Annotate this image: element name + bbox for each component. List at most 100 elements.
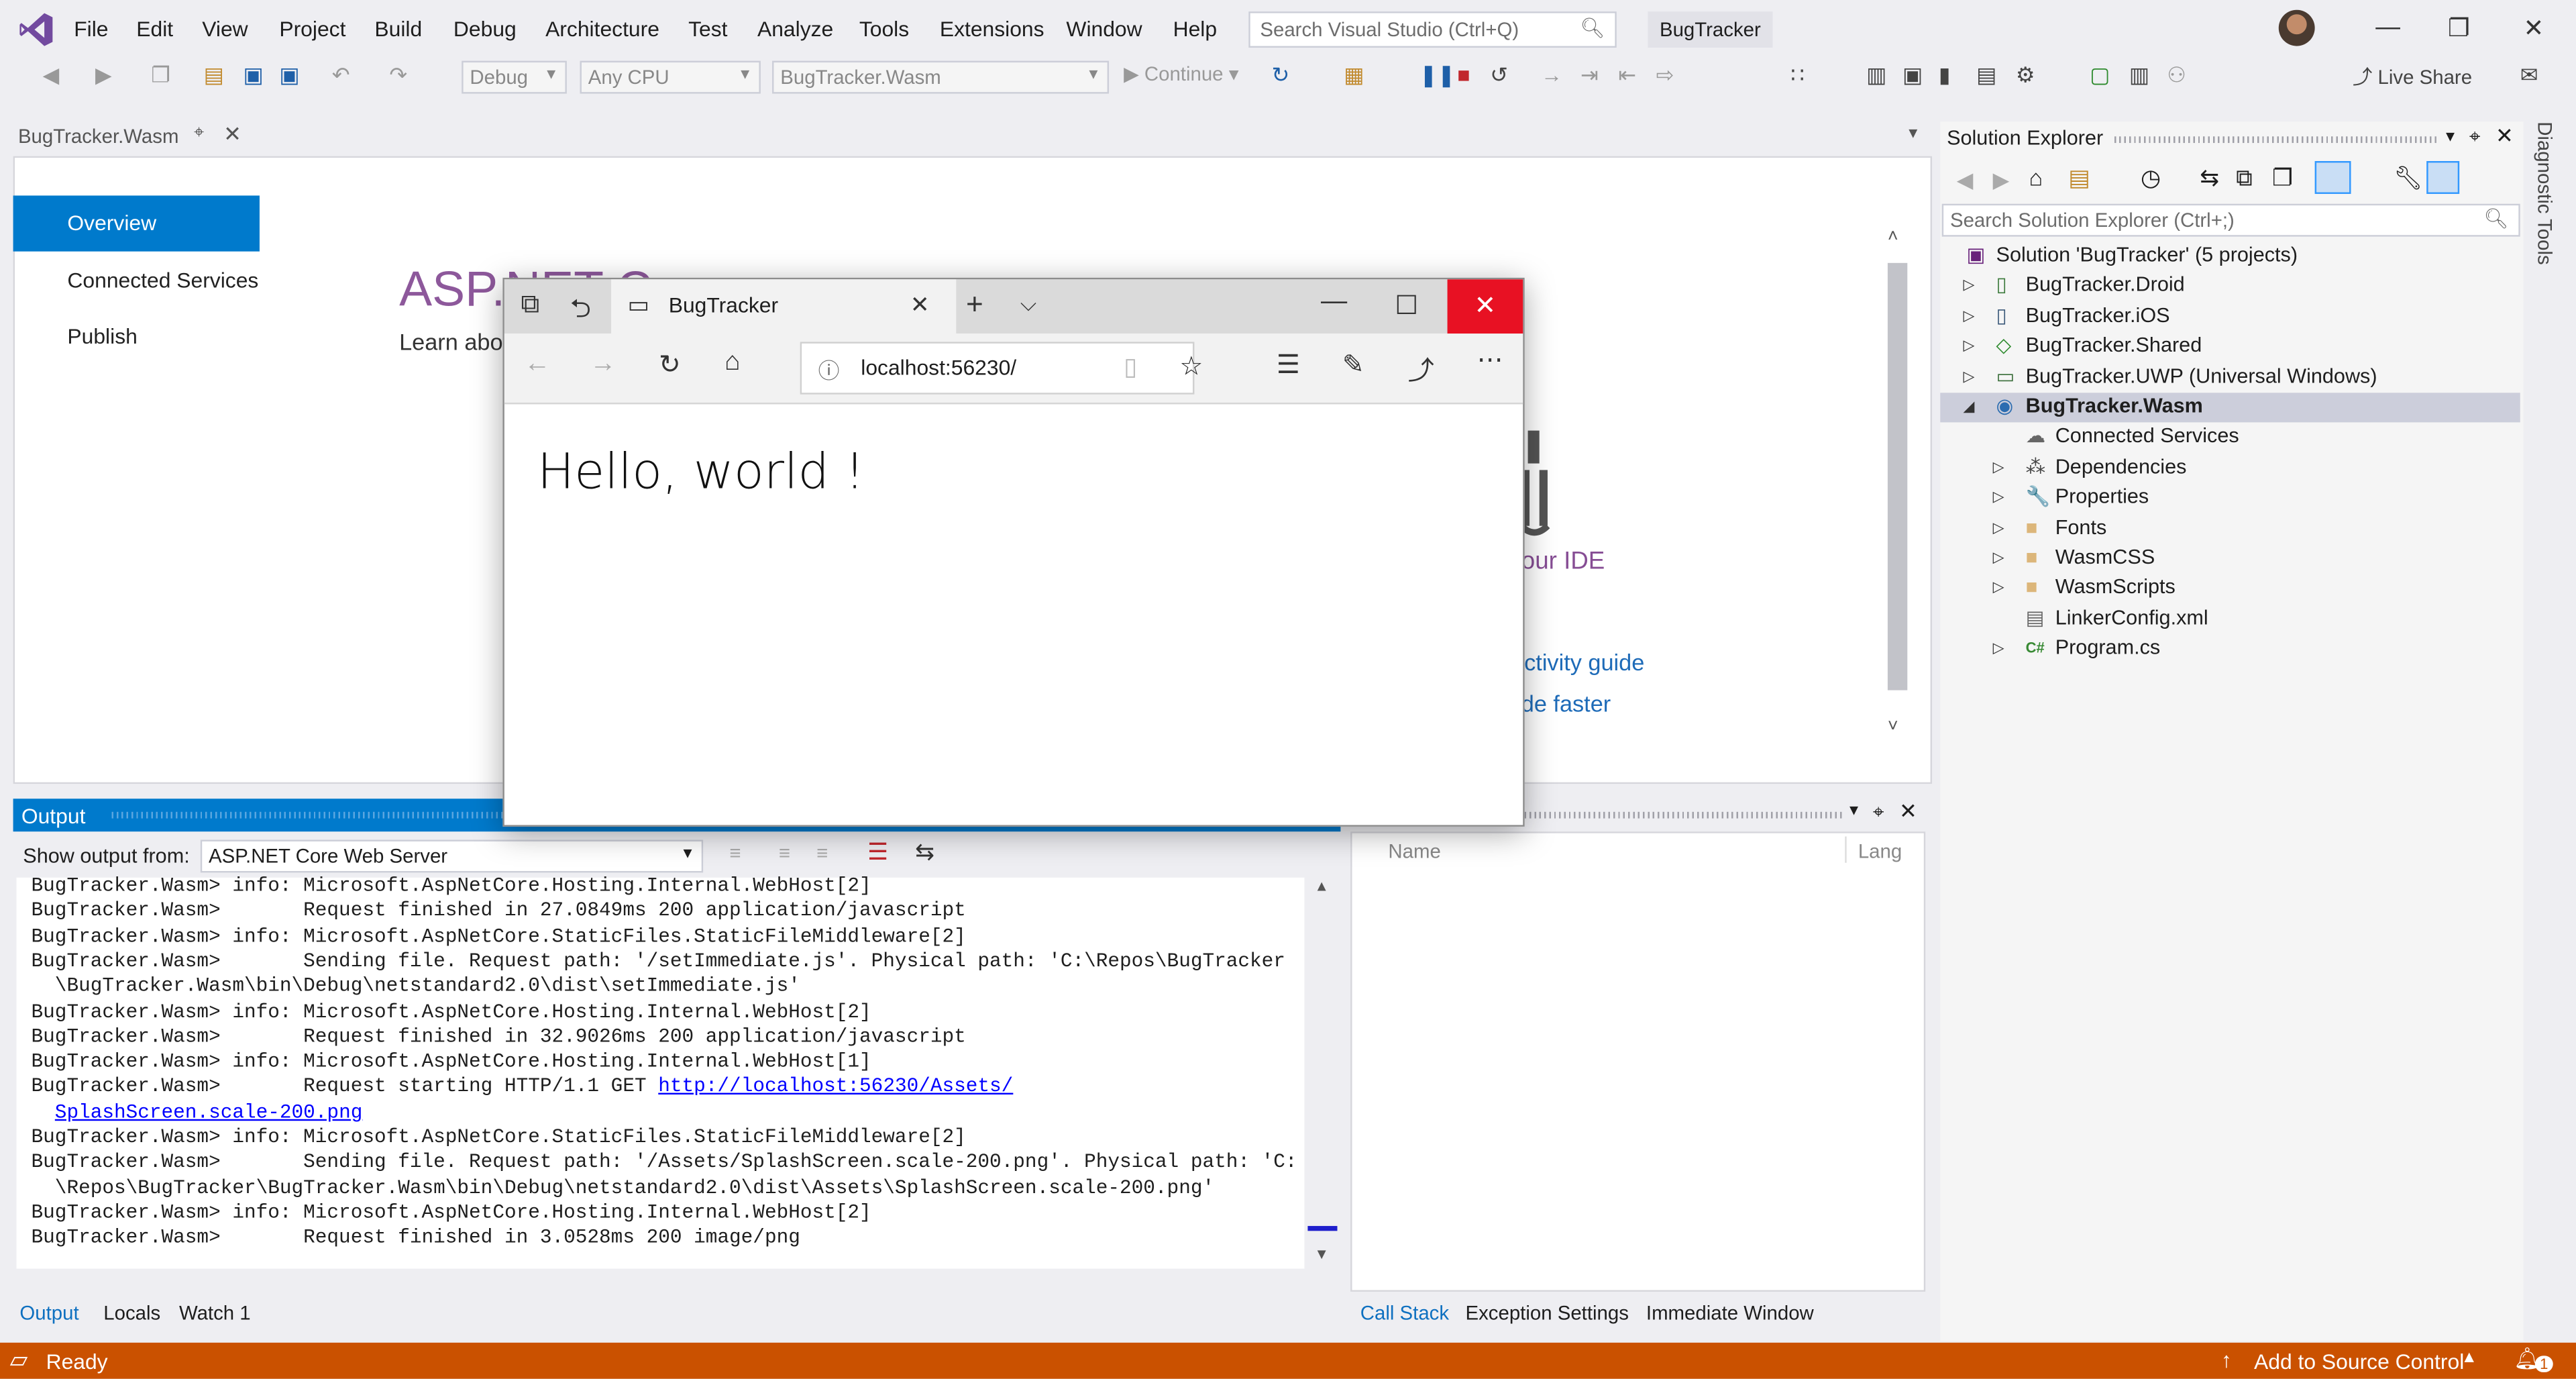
expand-arrow-icon[interactable]: ▷ (1964, 307, 1975, 325)
close-icon[interactable]: ✕ (2524, 13, 2544, 43)
menu-analyze[interactable]: Analyze (757, 16, 833, 41)
productivity-guide-link[interactable]: uctivity guide (1511, 649, 1644, 675)
address-bar[interactable]: ⓘ localhost:56230/ ▯ ☆ (800, 342, 1203, 395)
new-tab-icon[interactable]: + (966, 288, 983, 322)
stop-icon[interactable]: ■ (1457, 62, 1470, 87)
menu-window[interactable]: Window (1066, 16, 1142, 41)
save-all-icon[interactable]: ▣ (279, 62, 299, 89)
refresh-icon[interactable]: ↻ (659, 348, 681, 381)
pending-changes-icon[interactable]: ◷ (2141, 164, 2161, 193)
menu-test[interactable]: Test (688, 16, 727, 41)
tab-list-dropdown-icon[interactable]: ▼ (1906, 125, 1921, 141)
tree-item[interactable]: ▣ Solution 'BugTracker' (5 projects) (1940, 242, 2520, 271)
column-header-name[interactable]: Name (1388, 839, 1440, 862)
browser-close-icon[interactable]: ✕ (1447, 279, 1523, 334)
avatar[interactable] (2278, 9, 2315, 46)
step-out-icon[interactable]: ⇤ (1618, 62, 1636, 89)
code-faster-link[interactable]: de faster (1521, 691, 1611, 717)
panel-grip[interactable] (2114, 136, 2436, 144)
add-to-source-control[interactable]: Add to Source Control (2254, 1349, 2464, 1374)
panel-grip[interactable] (1524, 811, 1843, 819)
monitor-icon[interactable]: ▢ (2090, 62, 2110, 89)
panel-menu-icon[interactable]: ▼ (1847, 802, 1862, 818)
minimize-icon[interactable]: — (2375, 13, 2400, 42)
nav-publish[interactable]: Publish (13, 309, 260, 364)
close-tab-icon[interactable]: ✕ (910, 291, 930, 319)
search-input[interactable]: Search Visual Studio (Ctrl+Q) 🔍︎ (1248, 11, 1617, 48)
minimize-icon[interactable]: — (1321, 288, 1347, 317)
collapse-arrow-icon[interactable]: ◢ (1964, 398, 1975, 416)
tab-watch-1[interactable]: Watch 1 (179, 1302, 251, 1325)
step-over-icon[interactable]: ⇥ (1580, 62, 1599, 89)
menu-extensions[interactable]: Extensions (940, 16, 1044, 41)
nav-connected-services[interactable]: Connected Services (13, 253, 260, 309)
chevron-down-icon[interactable]: ⌵ (1020, 291, 1036, 317)
config-select[interactable]: Debug ▼ (462, 60, 567, 94)
menu-build[interactable]: Build (374, 16, 422, 41)
menu-tools[interactable]: Tools (859, 16, 909, 41)
expand-arrow-icon[interactable]: ▷ (1993, 579, 2004, 597)
output-line-link[interactable]: http://localhost:56230/Assets/ (658, 1076, 1013, 1099)
feedback-icon[interactable]: ✉ (2520, 62, 2538, 89)
find-message-icon[interactable]: ≡ (816, 841, 828, 864)
expand-arrow-icon[interactable]: ▷ (1993, 519, 2004, 537)
menu-view[interactable]: View (202, 16, 248, 41)
switch-views-icon[interactable]: ▤ (2068, 164, 2090, 193)
tab-exception-settings[interactable]: Exception Settings (1466, 1302, 1629, 1325)
close-panel-icon[interactable]: ✕ (2496, 123, 2514, 150)
document-scrollbar[interactable]: ˄ ˅ (1886, 227, 1909, 746)
sync-icon[interactable]: ⇆ (2200, 164, 2219, 193)
new-project-icon[interactable]: ❐ (151, 62, 170, 89)
output-source-select[interactable]: ASP.NET Core Web Server ▼ (200, 839, 704, 873)
tab-locals[interactable]: Locals (103, 1302, 160, 1325)
track-active-item-toggle[interactable] (2314, 161, 2351, 194)
back-icon[interactable]: ◀ (1957, 168, 1973, 194)
startup-project-select[interactable]: BugTracker.Wasm ▼ (772, 60, 1110, 94)
terminal-icon[interactable]: ▮ (1939, 62, 1951, 89)
continue-button[interactable]: ▶ Continue ▾ (1124, 62, 1238, 85)
favorite-star-icon[interactable]: ☆ (1179, 350, 1203, 383)
layout-icon[interactable]: ▤ (1976, 62, 1996, 89)
menu-debug[interactable]: Debug (453, 16, 517, 41)
scroll-up-icon[interactable]: ˄ (1888, 227, 1898, 246)
expand-arrow-icon[interactable]: ▷ (1964, 338, 1975, 356)
nav-overview[interactable]: Overview (13, 195, 260, 252)
panel-menu-icon[interactable]: ▼ (2443, 128, 2458, 144)
tree-item[interactable]: ▷ C# Program.cs (1940, 635, 2520, 664)
tab-output[interactable]: Output (19, 1302, 78, 1325)
menu-architecture[interactable]: Architecture (545, 16, 659, 41)
scroll-thumb[interactable] (1887, 262, 1908, 691)
tree-item[interactable]: ◢ ◉ BugTracker.Wasm (1940, 393, 2520, 423)
tree-item[interactable]: ▷ ■ Fonts (1940, 514, 2520, 544)
pin-icon[interactable]: ⌖ (2469, 125, 2481, 150)
scroll-up-icon[interactable]: ▲ (1314, 878, 1329, 894)
tree-item[interactable]: ▷ ■ WasmScripts (1940, 574, 2520, 604)
pen-icon[interactable]: ✎ (1342, 348, 1364, 381)
favorites-icon[interactable]: ☰ (1277, 348, 1300, 381)
tree-item[interactable]: ☁ Connected Services (1940, 423, 2520, 452)
forward-icon[interactable]: ▶ (1993, 168, 2009, 194)
tree-item[interactable]: ▷ ▯ BugTracker.Droid (1940, 272, 2520, 301)
open-file-icon[interactable]: ▤ (204, 62, 224, 89)
tab-set-aside-icon[interactable]: ⧉ (521, 291, 539, 320)
tree-item[interactable]: ▷ ⁂ Dependencies (1940, 453, 2520, 482)
expand-arrow-icon[interactable]: ▷ (1993, 458, 2004, 476)
expand-arrow-icon[interactable]: ▷ (1993, 640, 2004, 658)
redo-icon[interactable]: ↷ (389, 62, 407, 89)
camera-icon[interactable]: ▣ (1902, 62, 1923, 89)
info-icon[interactable]: ⓘ (818, 354, 840, 385)
scroll-down-icon[interactable]: ˅ (1888, 717, 1898, 736)
chevron-up-icon[interactable]: ▲ (2461, 1349, 2477, 1368)
scroll-down-icon[interactable]: ▼ (1314, 1245, 1329, 1262)
go-to-next-icon[interactable]: ≡ (779, 841, 790, 864)
column-divider[interactable] (1845, 836, 1847, 863)
menu-project[interactable]: Project (279, 16, 345, 41)
live-share-button[interactable]: ⤴ Live Share (2353, 62, 2472, 91)
step-into-icon[interactable]: → (1541, 62, 1562, 87)
collapse-all-icon[interactable]: ⧉ (2236, 164, 2252, 193)
output-line-link[interactable]: SplashScreen.scale-200.png (55, 1101, 363, 1123)
expand-arrow-icon[interactable]: ▷ (1964, 276, 1975, 295)
tab-call-stack[interactable]: Call Stack (1360, 1302, 1449, 1325)
breakpoint-icon[interactable]: ∷ (1790, 62, 1804, 89)
settings-icon[interactable]: ⚙ (2016, 62, 2035, 89)
